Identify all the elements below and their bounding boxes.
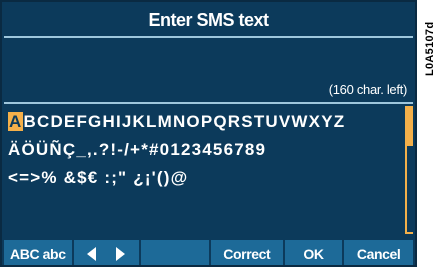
sms-entry-screen: Enter SMS text (160 char. left) ABCDEFGH… [0, 0, 417, 267]
divider [4, 102, 413, 104]
figure-reference: L0A5107d [424, 21, 436, 77]
picker-scrollbar-thumb[interactable] [405, 106, 413, 146]
char-row-3[interactable]: <=>% &$€ :;" ¿¡'()@ [8, 168, 188, 188]
char-count-label: (160 char. left) [328, 82, 408, 97]
ok-button[interactable]: OK [284, 240, 343, 265]
softkey-bar: ABC abc Correct OK Cancel [4, 240, 413, 265]
case-toggle-button[interactable]: ABC abc [4, 240, 72, 265]
cancel-button[interactable]: Cancel [344, 240, 413, 265]
char-row-1-text[interactable]: BCDEFGHIJKLMNOPQRSTUVWXYZ [23, 112, 345, 131]
screen-title: Enter SMS text [4, 4, 413, 38]
character-picker[interactable]: ABCDEFGHIJKLMNOPQRSTUVWXYZ ÄÖÜÑÇ_,.?!-/+… [8, 106, 406, 234]
arrow-right-icon[interactable] [116, 246, 126, 261]
selected-char[interactable]: A [8, 112, 24, 131]
blank-softkey [141, 240, 209, 265]
char-row-2[interactable]: ÄÖÜÑÇ_,.?!-/+*#0123456789 [8, 140, 266, 160]
cursor-nav-buttons[interactable] [73, 240, 140, 265]
arrow-left-icon[interactable] [87, 246, 97, 261]
correct-button[interactable]: Correct [210, 240, 283, 265]
char-row-1[interactable]: ABCDEFGHIJKLMNOPQRSTUVWXYZ [8, 112, 345, 132]
